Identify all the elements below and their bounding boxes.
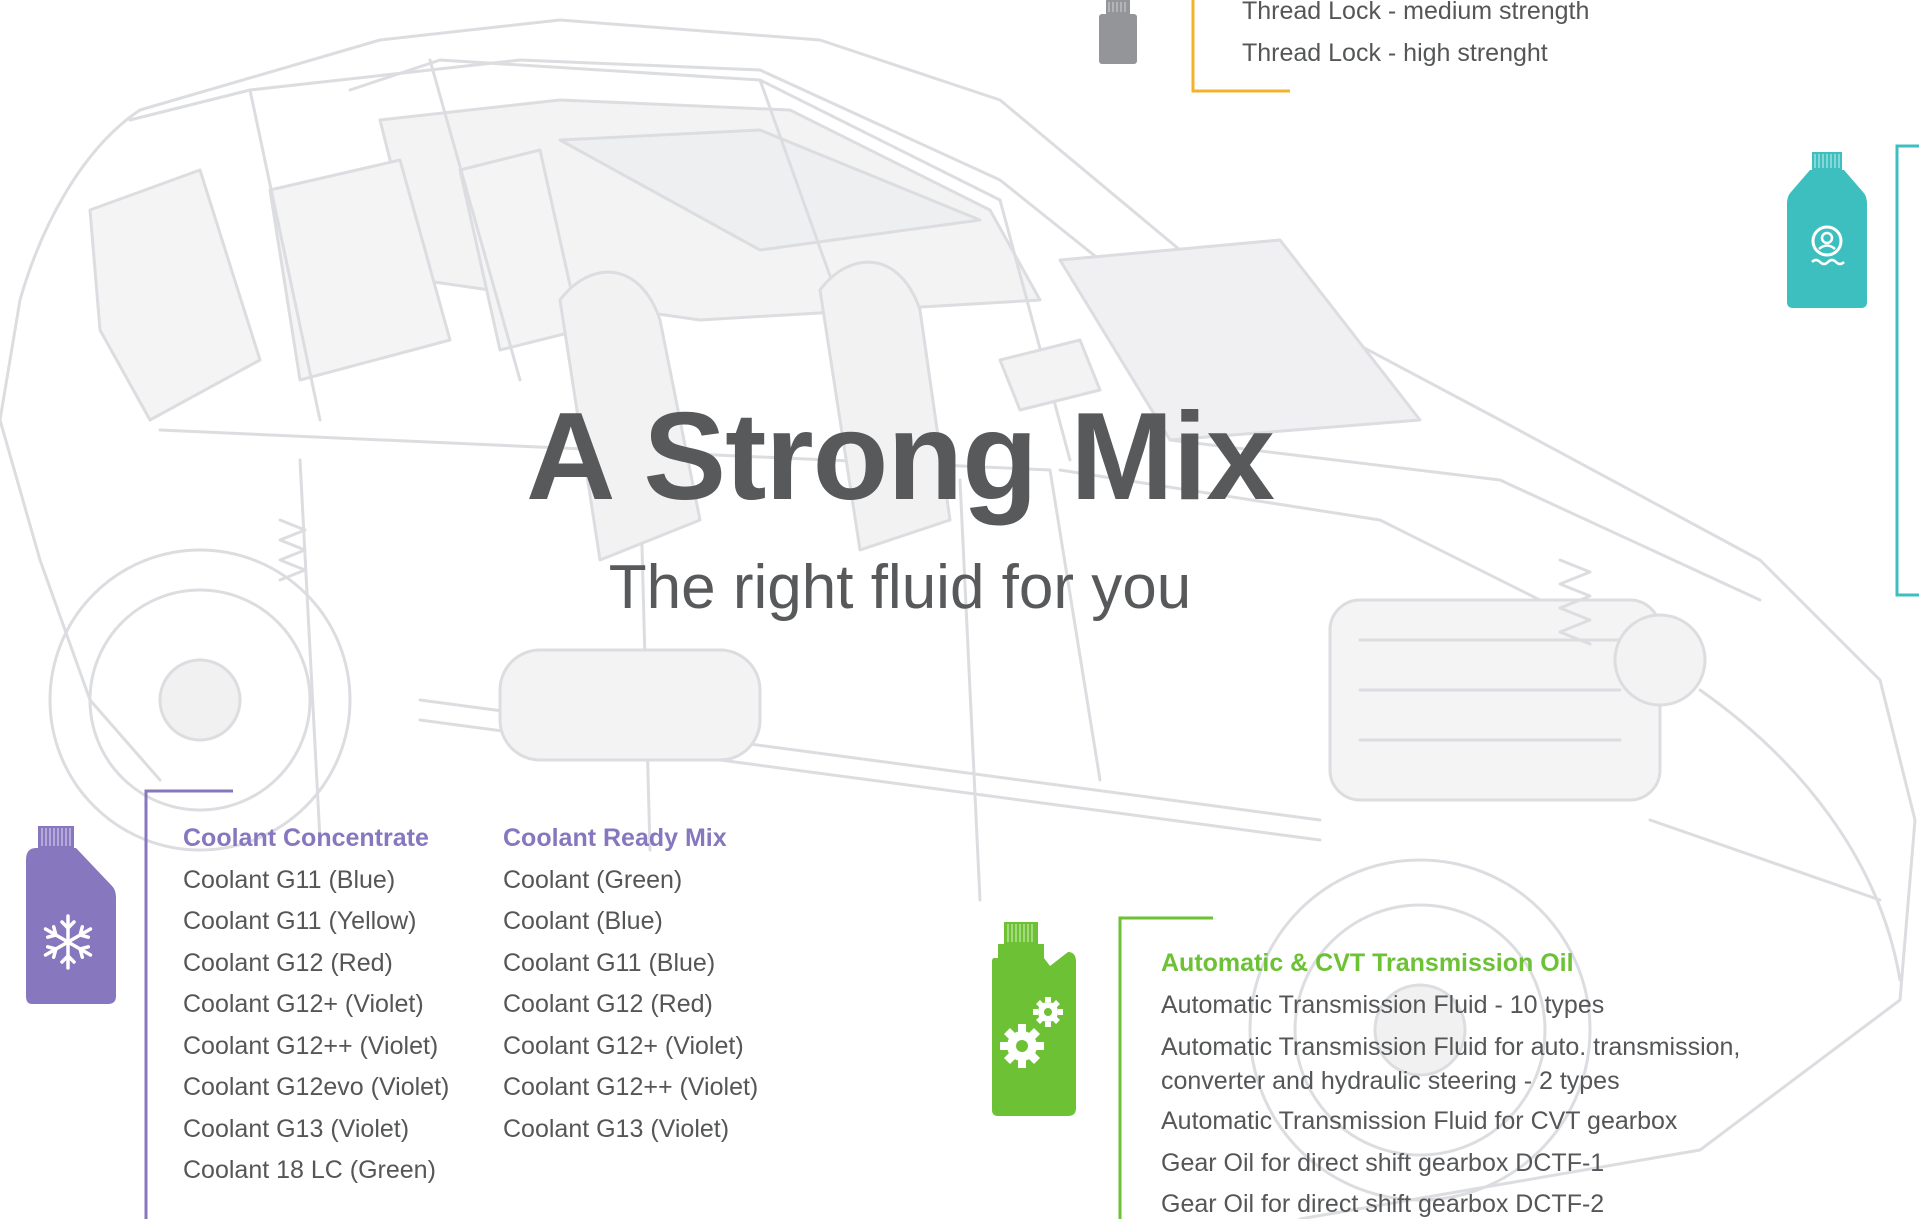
list-item: Coolant G11 (Yellow) xyxy=(183,907,417,935)
list-item: Coolant G12++ (Violet) xyxy=(183,1031,439,1060)
gears-icon xyxy=(990,922,1078,1118)
transmission-list: Automatic & CVT Transmission Oil Automat… xyxy=(1161,943,1781,1219)
list-item: Coolant G12 (Red) xyxy=(503,990,713,1018)
coolant-concentrate-heading: Coolant Concentrate xyxy=(183,824,429,852)
coolant-ready-mix-heading: Coolant Ready Mix xyxy=(503,824,727,852)
coolant-ready-mix-list: Coolant Ready Mix Coolant (Green) Coolan… xyxy=(503,818,758,1150)
list-item: Gear Oil for direct shift gearbox DCTF-2 xyxy=(1161,1190,1605,1218)
hero-subtitle: The right fluid for you xyxy=(608,553,1192,622)
list-item: Coolant G12++ (Violet) xyxy=(503,1073,759,1101)
thread-lock-item: Thread Lock - high strenght xyxy=(1242,38,1548,67)
list-item: Gear Oil for direct shift gearbox DCTF-1 xyxy=(1161,1148,1605,1177)
hero: A Strong Mix The right fluid for you xyxy=(440,395,1360,619)
list-item: Coolant 18 LC (Green) xyxy=(183,1156,436,1184)
list-item: Automatic Transmission Fluid for CVT gea… xyxy=(1161,1107,1678,1135)
snowflake-icon xyxy=(24,826,116,1006)
list-item: Coolant (Green) xyxy=(503,865,683,894)
page: Thread Lock - medium strength Thread Loc… xyxy=(0,0,1919,1219)
list-item: Coolant G12evo (Violet) xyxy=(183,1073,450,1101)
coolant-concentrate-list: Coolant Concentrate Coolant G11 (Blue) C… xyxy=(183,818,449,1192)
list-item: Coolant G13 (Violet) xyxy=(503,1114,730,1143)
windshield-washer-icon xyxy=(1785,152,1869,310)
list-item: Coolant G12 (Red) xyxy=(183,948,393,977)
thread-lock-bottle-icon xyxy=(1097,0,1139,66)
list-item: Coolant G12+ (Violet) xyxy=(503,1031,744,1060)
list-item: Automatic Transmission Fluid - 10 types xyxy=(1161,990,1605,1019)
list-item: Automatic Transmission Fluid for auto. t… xyxy=(1161,1033,1741,1095)
list-item: Coolant (Blue) xyxy=(503,907,663,935)
list-item: Coolant G13 (Violet) xyxy=(183,1114,410,1143)
washer-bracket xyxy=(1895,144,1919,597)
list-item: Coolant G11 (Blue) xyxy=(503,948,716,977)
thread-lock-item: Thread Lock - medium strength xyxy=(1242,0,1590,25)
list-item: Coolant G11 (Blue) xyxy=(183,865,396,894)
hero-title: A Strong Mix xyxy=(525,388,1275,526)
list-item: Coolant G12+ (Violet) xyxy=(183,990,424,1018)
thread-lock-list: Thread Lock - medium strength Thread Loc… xyxy=(1242,0,1589,74)
transmission-heading: Automatic & CVT Transmission Oil xyxy=(1161,949,1574,977)
